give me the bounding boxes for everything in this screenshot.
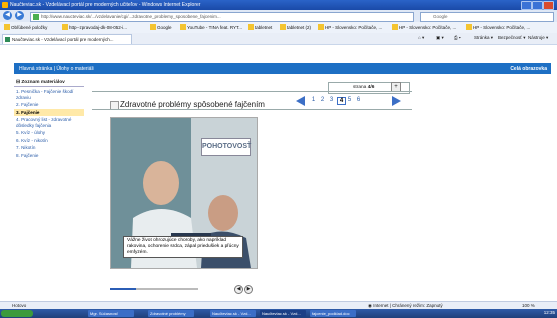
address-url: http://www.naucteviac.sk/.../vzdelavanie… [41, 14, 221, 19]
hp-icon [318, 24, 324, 30]
image-caption: Vážne život ohrozujúce choroby, ako napr… [123, 236, 243, 258]
page-link[interactable]: 1 [310, 97, 317, 103]
sidebar-item[interactable]: 5. Kvíz - úlohy [14, 129, 84, 137]
media-progress[interactable]: ◀ ▶ [110, 285, 256, 294]
sidebar-item[interactable]: 4. Pracovný list - zdravotné dôsledky fa… [14, 116, 84, 129]
zoom-level[interactable]: 100 % [522, 303, 535, 308]
sidebar-item[interactable]: 1. Pesnička - Fajčenie škodí zdraviu [14, 88, 84, 101]
materials-sidebar: ⊟ Zoznam materiálov 1. Pesnička - Fajčen… [14, 79, 84, 159]
favorite-link[interactable]: HP - Slovensko: Počítače, ... [392, 24, 456, 30]
next-page-icon[interactable] [392, 96, 401, 106]
ambulance-sign: POHOTOVOSŤ [201, 138, 251, 156]
tab-bar: Naučteviac.sk - Vzdelávací portál pre mo… [0, 33, 557, 45]
content-title: Zdravotné problémy spôsobené fajčením [120, 100, 265, 109]
menu-tools[interactable]: Nástroje ▾ [528, 35, 548, 41]
task-button[interactable]: Zdravotné problémy [148, 310, 194, 317]
window-titlebar: Naučteviac.sk - Vzdelávací portál pre mo… [0, 0, 557, 10]
page-link-current[interactable]: 4 [337, 97, 346, 105]
page-link[interactable]: 3 [328, 97, 335, 103]
site-favicon [33, 14, 39, 20]
sidebar-item[interactable]: 6. Kvíz - nikotín [14, 137, 84, 145]
site-header: Hlavná stránka | Úlohy o materiáli Celá … [14, 63, 551, 74]
breadcrumb[interactable]: Hlavná stránka | Úlohy o materiáli [19, 66, 94, 72]
browser-icon [2, 2, 8, 8]
page-icon [248, 24, 254, 30]
menu-safety[interactable]: Bezpečnosť ▾ [498, 35, 525, 41]
menu-page[interactable]: Stránka ▾ [474, 35, 493, 41]
sidebar-item-active[interactable]: 3. Fajčenie [14, 108, 84, 116]
taskbar: Mgr. Súčasnosť Zdravotné problémy Naučte… [0, 309, 557, 318]
page-counter-value: 4/6 [367, 85, 375, 90]
hp-icon [466, 24, 472, 30]
play-icon[interactable]: ▶ [244, 285, 253, 294]
search-placeholder: Google [433, 14, 448, 19]
tab-favicon [5, 37, 10, 42]
start-button[interactable] [1, 310, 33, 317]
clock: 12:35 [543, 310, 555, 315]
favorite-link[interactable]: tabletnet [248, 24, 272, 30]
sidebar-item[interactable]: 2. Fajčenie [14, 101, 84, 109]
page-icon [62, 24, 68, 30]
feeds-icon[interactable]: ▣ ▾ [436, 35, 444, 41]
forward-button[interactable]: ▶ [15, 11, 24, 20]
print-icon[interactable]: ⎙ ▾ [454, 35, 461, 40]
search-input[interactable]: Google [420, 12, 554, 22]
favorites-button[interactable]: Obľúbené položky [4, 24, 47, 30]
maximize-button[interactable] [532, 1, 543, 10]
status-text: Hotovo [12, 303, 27, 308]
task-button[interactable]: Mgr. Súčasnosť [88, 310, 134, 317]
page-link[interactable]: 6 [355, 97, 362, 103]
close-button[interactable] [543, 1, 554, 10]
favorite-link[interactable]: HP - Slovensko: Počítače, ... [466, 24, 530, 30]
tab-active[interactable]: Naučteviac.sk - Vzdelávací portál pre mo… [2, 34, 132, 44]
back-button[interactable]: ◀ [3, 11, 12, 20]
rewind-icon[interactable]: ◀ [234, 285, 243, 294]
star-icon [4, 24, 10, 30]
progress-fill [110, 288, 137, 290]
divider [92, 109, 412, 110]
minimize-button[interactable] [521, 1, 532, 10]
hp-icon [392, 24, 398, 30]
page-link[interactable]: 5 [346, 97, 353, 103]
page-icon [280, 24, 286, 30]
content-image: POHOTOVOSŤ Vážne život ohrozujúce chorob… [110, 117, 258, 269]
youtube-icon [180, 24, 186, 30]
sidebar-heading: ⊟ Zoznam materiálov [14, 79, 84, 87]
favorite-link[interactable]: HP - Slovensko: Počítače, ... [318, 24, 382, 30]
favorite-link[interactable]: http--zpravodaj-dk-08-052-i... [62, 24, 127, 30]
task-button[interactable]: Naučteviac.sk - Vzd... [210, 310, 256, 317]
google-icon [150, 24, 156, 30]
page-link[interactable]: 2 [319, 97, 326, 103]
home-icon[interactable]: ⌂ ▾ [418, 35, 424, 41]
window-title: Naučteviac.sk - Vzdelávací portál pre mo… [10, 2, 201, 8]
favorite-link[interactable]: tabletnet (2) [280, 24, 311, 30]
favorite-link[interactable]: Google [150, 24, 172, 30]
task-button-active[interactable]: Naučteviac.sk - Vzd... [260, 310, 306, 317]
address-field[interactable]: http://www.naucteviac.sk/.../vzdelavanie… [30, 12, 414, 22]
fullscreen-link[interactable]: Celá obrazovka [510, 66, 547, 72]
page-counter-label: strana [353, 85, 367, 90]
task-button[interactable]: fajcenie_podklad.doc [310, 310, 356, 317]
prev-page-icon[interactable] [296, 96, 305, 106]
address-toolbar: ◀ ▶ http://www.naucteviac.sk/.../vzdelav… [0, 10, 557, 22]
sidebar-item[interactable]: 7. Nikotín [14, 144, 84, 152]
sidebar-item[interactable]: 8. Fajčenie [14, 152, 84, 160]
tab-label: Naučteviac.sk - Vzdelávací portál pre mo… [12, 37, 114, 42]
page-content: Hlavná stránka | Úlohy o materiáli Celá … [0, 45, 557, 301]
favorite-link[interactable]: YouTube - TINA feat. RYT... [180, 24, 242, 30]
